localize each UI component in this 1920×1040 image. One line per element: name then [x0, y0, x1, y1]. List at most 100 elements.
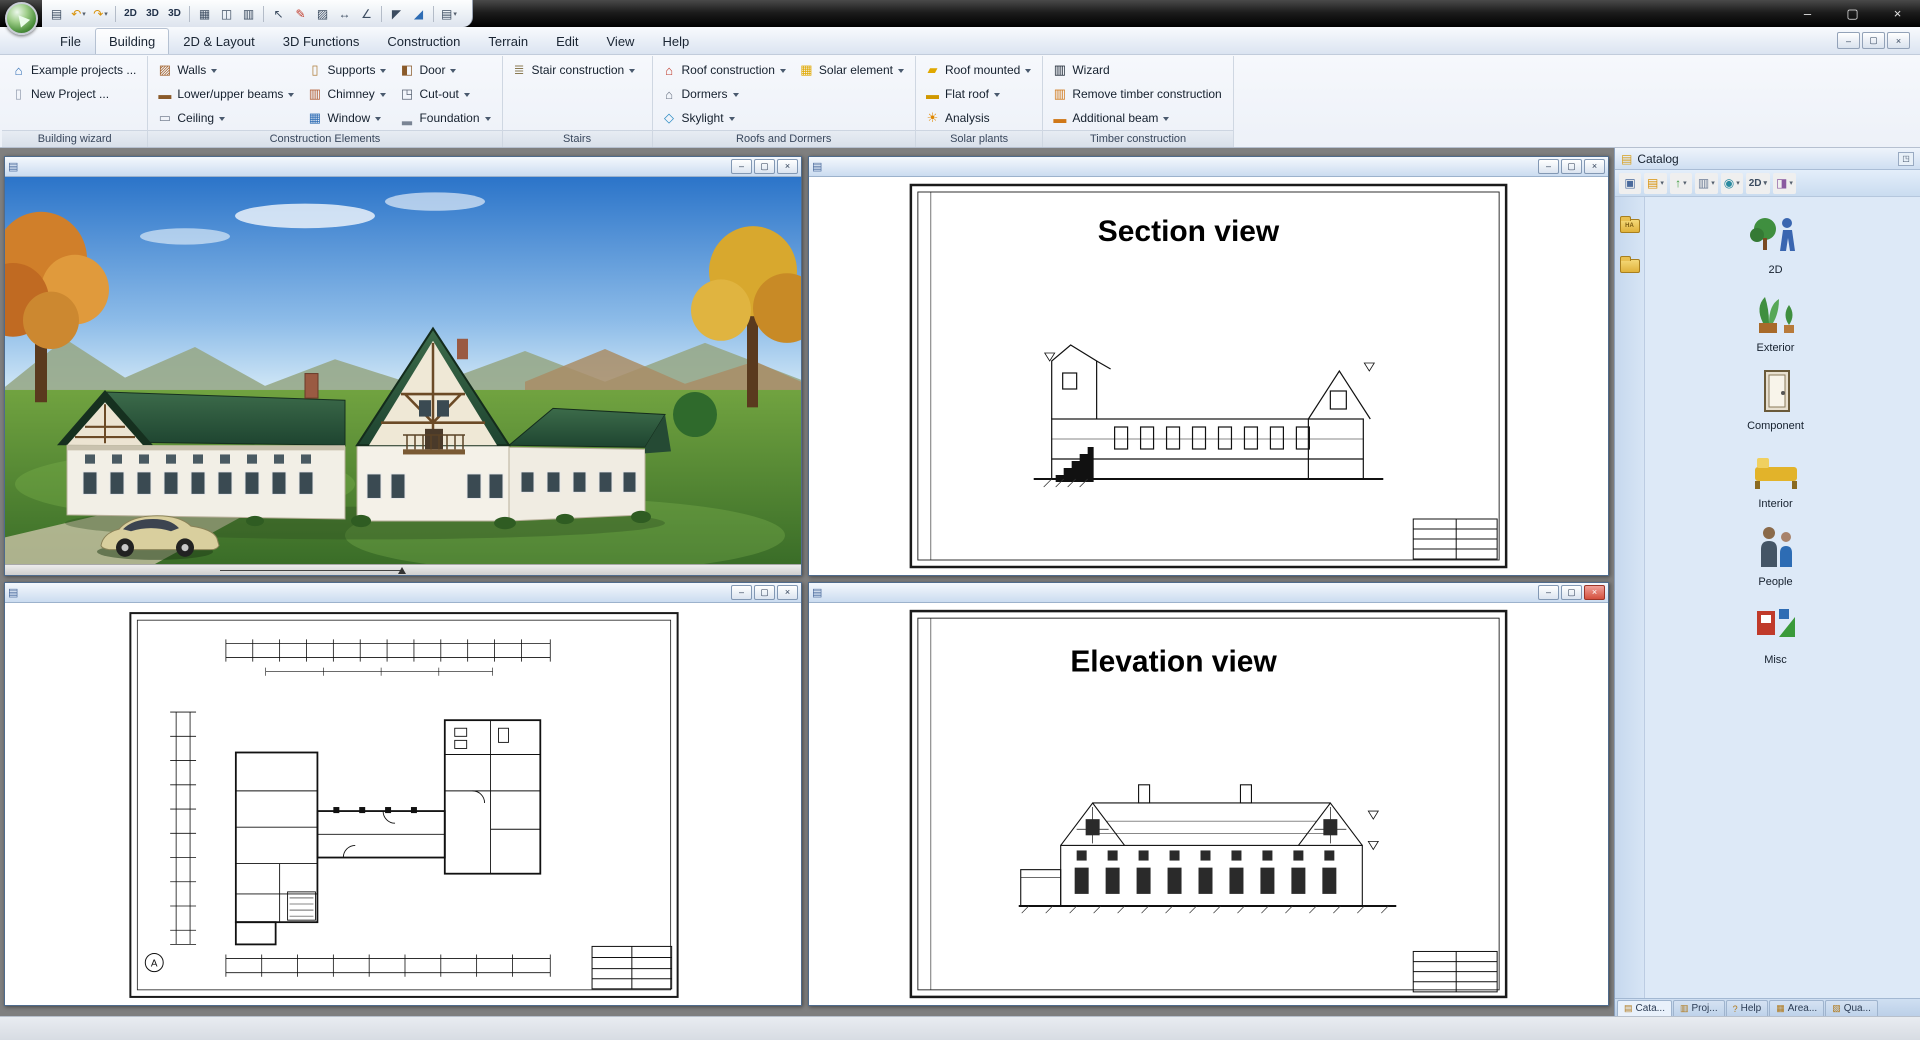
folder-up-button[interactable]: ↑▾: [1670, 173, 1692, 194]
catalog-item-2d[interactable]: 2D: [1716, 211, 1836, 276]
supports-button[interactable]: ▯Supports: [303, 58, 389, 82]
slider-marker-icon[interactable]: [398, 567, 406, 574]
catalog-item-misc[interactable]: Misc: [1716, 601, 1836, 666]
viewport-section-close-button[interactable]: ×: [1584, 159, 1605, 174]
view-rotation-slider[interactable]: [5, 564, 801, 575]
catalog-item-component[interactable]: Component: [1716, 367, 1836, 432]
menu-tab-edit[interactable]: Edit: [542, 28, 592, 54]
redo-button[interactable]: ↷▾: [90, 3, 111, 24]
tab-area[interactable]: ▦Area...: [1769, 1000, 1824, 1016]
maximize-window-button[interactable]: ▢: [1830, 0, 1875, 27]
catalog-item-people[interactable]: People: [1716, 523, 1836, 588]
solar-element-button[interactable]: ▦Solar element: [795, 58, 907, 82]
catalog-header[interactable]: ▤ Catalog ◳: [1615, 148, 1920, 170]
corner-tool-button[interactable]: ◤: [386, 3, 407, 24]
layout-split-horizontal-button[interactable]: ▥: [238, 3, 259, 24]
viewport-plan-close-button[interactable]: ×: [777, 585, 798, 600]
folder-ha-icon[interactable]: HA: [1620, 219, 1640, 233]
viewport-elevation-maximize-button[interactable]: ▢: [1561, 585, 1582, 600]
mdi-close-button[interactable]: ×: [1887, 32, 1910, 49]
viewport-3d-maximize-button[interactable]: ▢: [754, 159, 775, 174]
tab-help[interactable]: ?Help: [1726, 1000, 1769, 1016]
viewport-elevation-titlebar[interactable]: ▤ – ▢ ×: [809, 583, 1608, 603]
minimize-window-button[interactable]: –: [1785, 0, 1830, 27]
catalog-undock-button[interactable]: ◳: [1898, 152, 1914, 166]
viewport-plan-maximize-button[interactable]: ▢: [754, 585, 775, 600]
viewport-3d-minimize-button[interactable]: –: [731, 159, 752, 174]
catalog-page-button[interactable]: ▥▾: [1695, 173, 1718, 194]
catalog-item-interior[interactable]: Interior: [1716, 445, 1836, 510]
example-projects-button[interactable]: ⌂Example projects ...: [7, 58, 139, 82]
remove-timber-construction-button[interactable]: ▥Remove timber construction: [1048, 82, 1224, 106]
catalog-web-button[interactable]: ◉▾: [1721, 173, 1743, 194]
roof-mounted-button[interactable]: ▰Roof mounted: [921, 58, 1034, 82]
timber-wizard-button[interactable]: ▥Wizard: [1048, 58, 1224, 82]
menu-tab-building[interactable]: Building: [95, 28, 169, 54]
additional-beam-button[interactable]: ▬Additional beam: [1048, 106, 1224, 130]
layout-quad-button[interactable]: ▦: [194, 3, 215, 24]
analysis-button[interactable]: ☀Analysis: [921, 106, 1034, 130]
view-2d-button[interactable]: 2D: [120, 3, 141, 24]
viewport-elevation-minimize-button[interactable]: –: [1538, 585, 1559, 600]
menu-tab-terrain[interactable]: Terrain: [474, 28, 542, 54]
mdi-minimize-button[interactable]: –: [1837, 32, 1860, 49]
new-project-button[interactable]: ▯New Project ...: [7, 82, 139, 106]
menu-tab-help[interactable]: Help: [648, 28, 703, 54]
3d-render-canvas[interactable]: [5, 177, 801, 564]
undo-button[interactable]: ↶▾: [68, 3, 89, 24]
view-3d-button[interactable]: 3D: [142, 3, 163, 24]
menu-tab-file[interactable]: File: [46, 28, 95, 54]
close-window-button[interactable]: ×: [1875, 0, 1920, 27]
walls-button[interactable]: ▨Walls: [153, 58, 297, 82]
lower-upper-beams-button[interactable]: ▬Lower/upper beams: [153, 82, 297, 106]
catalog-library-button[interactable]: ▤▾: [1644, 173, 1667, 194]
stair-construction-button[interactable]: ≣Stair construction: [508, 58, 644, 82]
cut-out-button[interactable]: ◳Cut-out: [395, 82, 493, 106]
tab-catalog[interactable]: ▤Cata...: [1617, 1000, 1672, 1016]
section-drawing-canvas[interactable]: Section view: [809, 177, 1608, 575]
catalog-view-button[interactable]: ▣: [1619, 173, 1641, 194]
door-button[interactable]: ◧Door: [395, 58, 493, 82]
page-templates-button[interactable]: ▤▾: [438, 3, 460, 24]
plan-drawing-canvas[interactable]: A: [5, 603, 801, 1005]
titlebar[interactable]: ▤ ↶▾ ↷▾ 2D 3D 3D ▦ ◫ ▥ ↖ ✎ ▨ ↔ ∠ ◤ ◢ ▤▾ …: [0, 0, 1920, 27]
new-document-button[interactable]: ▤: [46, 3, 67, 24]
move-tool-button[interactable]: ↔: [334, 3, 355, 24]
roof-construction-button[interactable]: ⌂Roof construction: [658, 58, 789, 82]
tab-quantities[interactable]: ▧Qua...: [1825, 1000, 1878, 1016]
material-tool-button[interactable]: ◢: [408, 3, 429, 24]
viewport-3d-titlebar[interactable]: ▤ – ▢ ×: [5, 157, 801, 177]
ceiling-button[interactable]: ▭Ceiling: [153, 106, 297, 130]
foundation-button[interactable]: ▂Foundation: [395, 106, 493, 130]
view-3d-section-button[interactable]: 3D: [164, 3, 185, 24]
catalog-2d-button[interactable]: 2D▾: [1746, 173, 1770, 194]
catalog-item-exterior[interactable]: Exterior: [1716, 289, 1836, 354]
elevation-drawing-canvas[interactable]: Elevation view: [809, 603, 1608, 1005]
chimney-button[interactable]: ▥Chimney: [303, 82, 389, 106]
flat-roof-button[interactable]: ▬Flat roof: [921, 82, 1034, 106]
viewport-section-minimize-button[interactable]: –: [1538, 159, 1559, 174]
dormers-button[interactable]: ⌂Dormers: [658, 82, 789, 106]
mdi-restore-button[interactable]: ▢: [1862, 32, 1885, 49]
viewport-section-titlebar[interactable]: ▤ – ▢ ×: [809, 157, 1608, 177]
pen-tool-button[interactable]: ✎: [290, 3, 311, 24]
viewport-plan-titlebar[interactable]: ▤ – ▢ ×: [5, 583, 801, 603]
menu-tab-construction[interactable]: Construction: [373, 28, 474, 54]
application-menu-button[interactable]: [5, 2, 38, 35]
folder-icon[interactable]: [1620, 259, 1640, 273]
viewport-elevation-close-button[interactable]: ×: [1584, 585, 1605, 600]
window-button[interactable]: ▦Window: [303, 106, 389, 130]
menu-tab-3d-functions[interactable]: 3D Functions: [269, 28, 374, 54]
catalog-materials-button[interactable]: ◨▾: [1773, 173, 1796, 194]
viewport-section-maximize-button[interactable]: ▢: [1561, 159, 1582, 174]
viewport-plan-minimize-button[interactable]: –: [731, 585, 752, 600]
menu-tab-2d-layout[interactable]: 2D & Layout: [169, 28, 269, 54]
hatch-tool-button[interactable]: ▨: [312, 3, 333, 24]
measure-tool-button[interactable]: ∠: [356, 3, 377, 24]
skylight-button[interactable]: ◇Skylight: [658, 106, 789, 130]
select-tool-button[interactable]: ↖: [268, 3, 289, 24]
menu-tab-view[interactable]: View: [593, 28, 649, 54]
tab-project[interactable]: ▥Proj...: [1673, 1000, 1725, 1016]
layout-split-vertical-button[interactable]: ◫: [216, 3, 237, 24]
viewport-3d-close-button[interactable]: ×: [777, 159, 798, 174]
